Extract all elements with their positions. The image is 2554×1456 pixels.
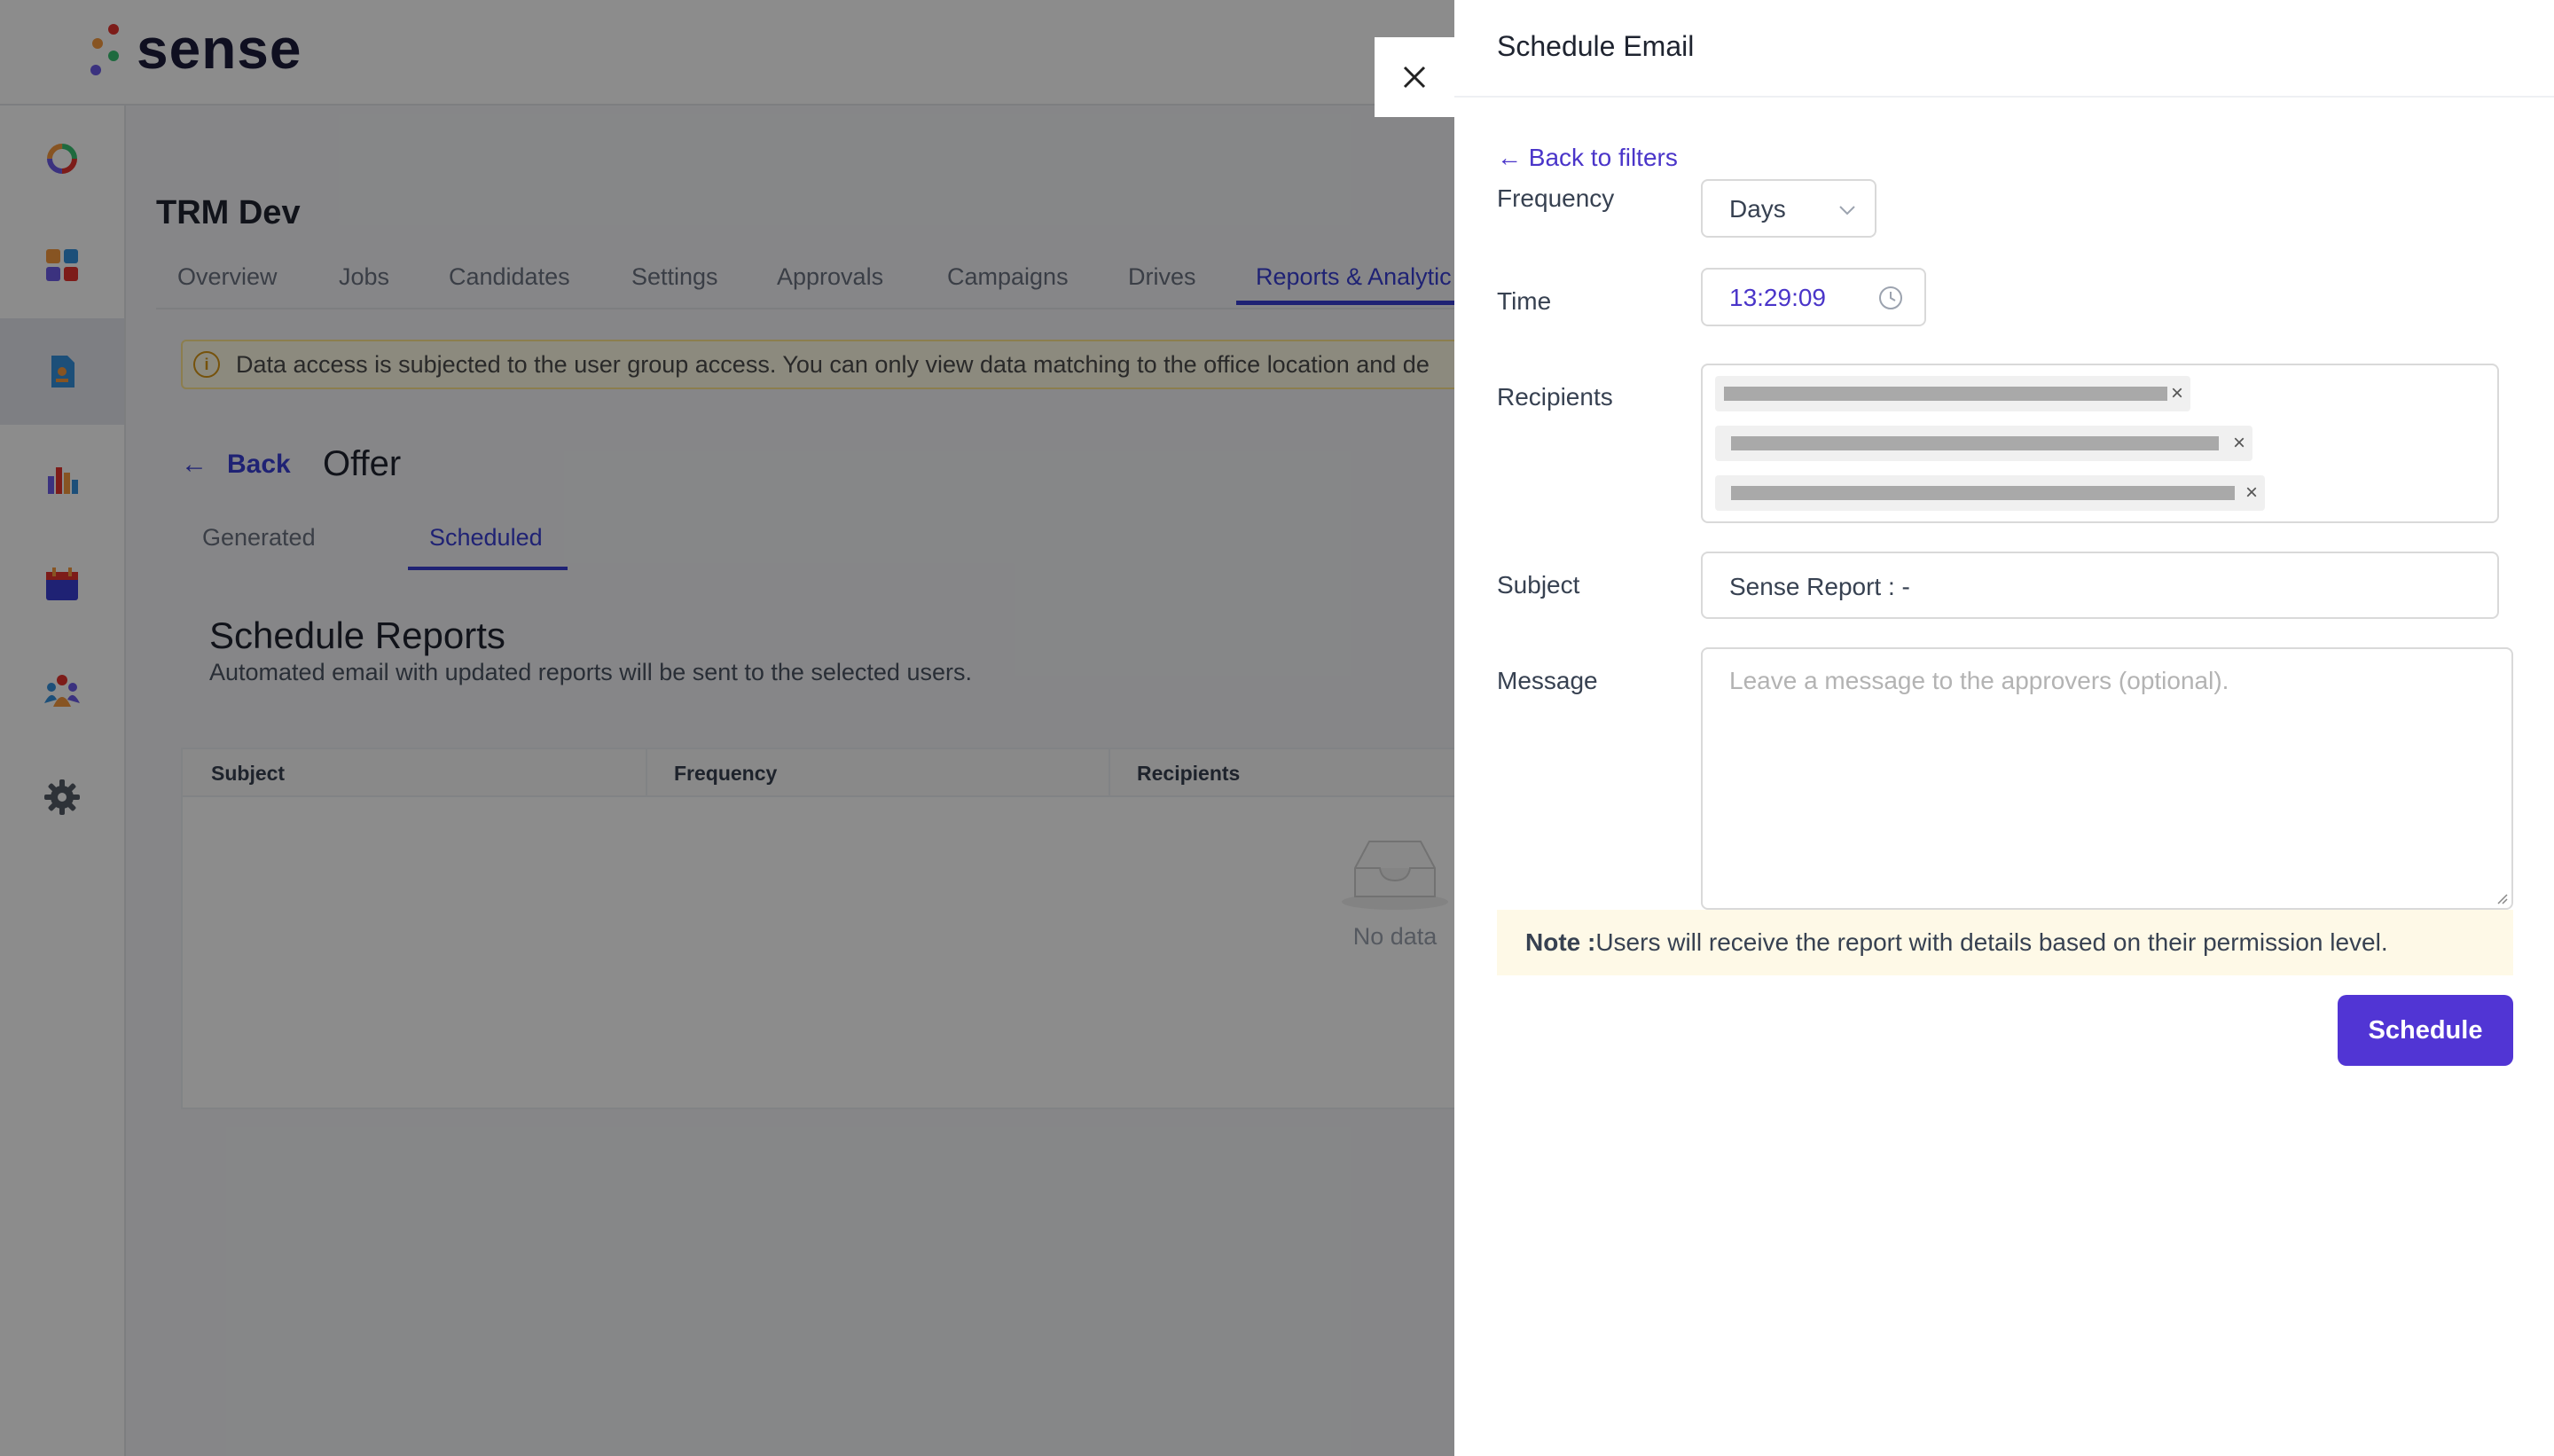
frequency-value: Days	[1729, 195, 1786, 223]
time-picker[interactable]: 13:29:09	[1701, 268, 1926, 326]
remove-recipient-icon[interactable]: ×	[2171, 380, 2183, 408]
permission-note: Note : Users will receive the report wit…	[1497, 910, 2513, 975]
subject-value: Sense Report : -	[1729, 573, 1910, 600]
subject-input[interactable]: Sense Report : -	[1701, 552, 2499, 619]
redacted-email	[1731, 436, 2219, 450]
message-label: Message	[1497, 667, 1598, 694]
note-text: Users will receive the report with detai…	[1595, 928, 2388, 956]
chevron-down-icon	[1839, 206, 1855, 215]
remove-recipient-icon[interactable]: ×	[2245, 479, 2258, 507]
message-placeholder: Leave a message to the approvers (option…	[1729, 667, 2229, 694]
close-icon	[1403, 66, 1426, 89]
frequency-label: Frequency	[1497, 184, 1615, 212]
time-label: Time	[1497, 287, 1552, 315]
subject-label: Subject	[1497, 571, 1580, 599]
resize-handle-icon[interactable]	[2494, 890, 2508, 904]
remove-recipient-icon[interactable]: ×	[2233, 429, 2245, 458]
redacted-email	[1724, 387, 2167, 401]
message-textarea[interactable]: Leave a message to the approvers (option…	[1701, 647, 2513, 910]
recipients-label: Recipients	[1497, 383, 1613, 411]
drawer-title: Schedule Email	[1497, 30, 1695, 62]
clock-icon	[1879, 286, 1902, 309]
schedule-button[interactable]: Schedule	[2338, 995, 2513, 1066]
close-drawer-button[interactable]	[1375, 37, 1454, 117]
time-value: 13:29:09	[1729, 284, 1826, 311]
recipient-chip: ×	[1715, 426, 2252, 461]
drawer-header: Schedule Email	[1454, 0, 2554, 98]
redacted-email	[1731, 486, 2235, 500]
recipient-chip: ×	[1715, 376, 2190, 411]
back-to-filters-link[interactable]: ← Back to filters	[1497, 144, 1678, 172]
note-label: Note :	[1525, 928, 1596, 956]
schedule-email-drawer: Schedule Email ← Back to filters Frequen…	[1454, 0, 2554, 1456]
frequency-select[interactable]: Days	[1701, 179, 1876, 238]
recipients-select[interactable]: × × ×	[1701, 364, 2499, 523]
recipient-chip: ×	[1715, 475, 2265, 511]
